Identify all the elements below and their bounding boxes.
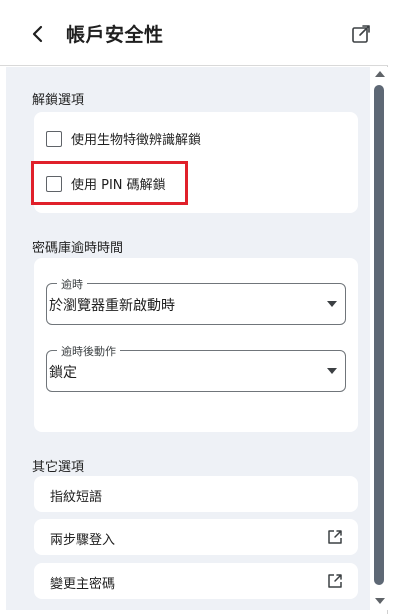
settings-content: 解鎖選項 使用生物特徵辨識解鎖 使用 PIN 碼解鎖 密碼庫逾時時間 逾時 於瀏… xyxy=(6,67,370,610)
biometric-unlock-checkbox[interactable] xyxy=(46,130,62,147)
dropdown-arrow-icon xyxy=(327,368,337,374)
timeout-action-value: 鎖定 xyxy=(49,365,77,381)
scrollbar[interactable] xyxy=(371,67,388,610)
pin-unlock-highlight-box xyxy=(31,161,188,205)
external-link-icon xyxy=(328,574,342,588)
scroll-down-arrow-icon[interactable] xyxy=(375,598,385,604)
change-master-password-label: 變更主密碼 xyxy=(50,577,116,592)
timeout-action-select[interactable]: 逾時後動作 鎖定 xyxy=(46,343,346,392)
scroll-up-arrow-icon[interactable] xyxy=(375,71,385,77)
chevron-left-icon xyxy=(32,25,43,43)
timeout-select-legend: 逾時 xyxy=(57,276,87,292)
page-title: 帳戶安全性 xyxy=(66,24,164,46)
open-in-new-window-icon xyxy=(352,25,370,43)
header: 帳戶安全性 xyxy=(0,0,388,66)
section-title-timeout: 密碼庫逾時時間 xyxy=(32,241,124,256)
popout-button[interactable] xyxy=(350,23,372,45)
account-security-panel: 帳戶安全性 解鎖選項 使用生物特徵辨識解鎖 使用 PIN 碼解鎖 密碼庫逾時時間 xyxy=(0,0,388,614)
external-link-icon xyxy=(328,530,342,544)
back-button[interactable] xyxy=(26,20,52,48)
biometric-unlock-option[interactable]: 使用生物特徵辨識解鎖 xyxy=(46,129,201,148)
section-title-other: 其它選項 xyxy=(32,460,85,475)
timeout-select-value: 於瀏覽器重新啟動時 xyxy=(49,298,175,314)
scrollbar-thumb[interactable] xyxy=(374,85,384,585)
background-window-edge xyxy=(388,0,394,614)
fingerprint-phrase-label: 指紋短語 xyxy=(50,490,103,505)
timeout-card: 逾時 於瀏覽器重新啟動時 逾時後動作 鎖定 xyxy=(34,258,358,432)
biometric-unlock-label: 使用生物特徵辨識解鎖 xyxy=(71,133,202,148)
change-master-password-link[interactable]: 變更主密碼 xyxy=(34,563,358,599)
timeout-action-legend: 逾時後動作 xyxy=(57,343,120,359)
timeout-select[interactable]: 逾時 於瀏覽器重新啟動時 xyxy=(46,276,346,325)
two-step-login-label: 兩步驟登入 xyxy=(50,533,116,548)
section-title-unlock: 解鎖選項 xyxy=(32,93,85,108)
two-step-login-link[interactable]: 兩步驟登入 xyxy=(34,519,358,555)
dropdown-arrow-icon xyxy=(327,301,337,307)
fingerprint-phrase-link[interactable]: 指紋短語 xyxy=(34,476,358,512)
